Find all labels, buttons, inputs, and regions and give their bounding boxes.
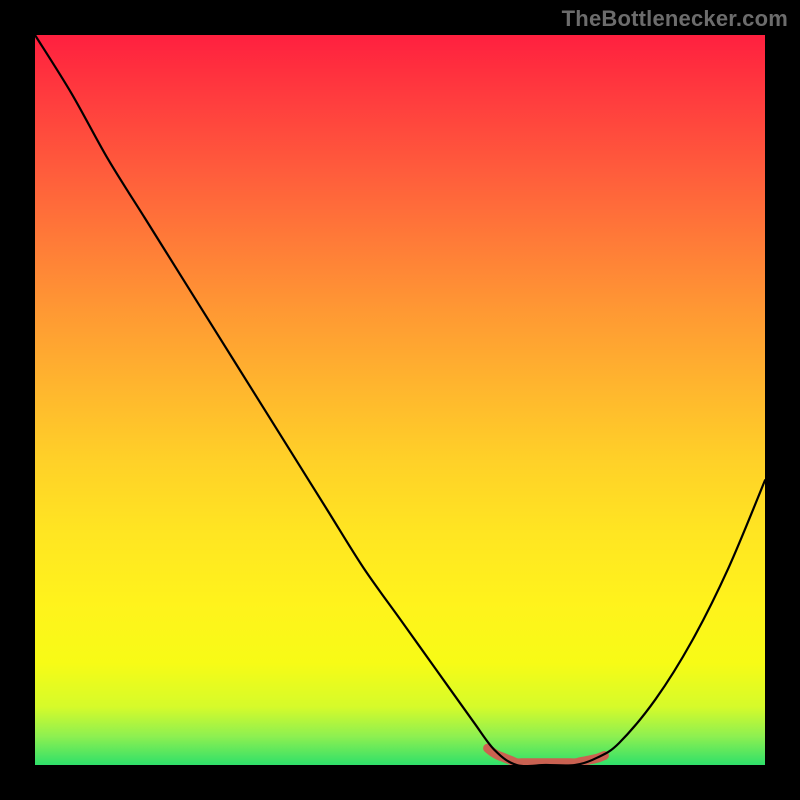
bottleneck-curve-line bbox=[35, 35, 765, 765]
plot-area bbox=[35, 35, 765, 765]
chart-container: TheBottlenecker.com bbox=[0, 0, 800, 800]
bottleneck-range-highlight bbox=[488, 748, 605, 763]
watermark-text: TheBottlenecker.com bbox=[562, 6, 788, 32]
curve-svg bbox=[35, 35, 765, 765]
